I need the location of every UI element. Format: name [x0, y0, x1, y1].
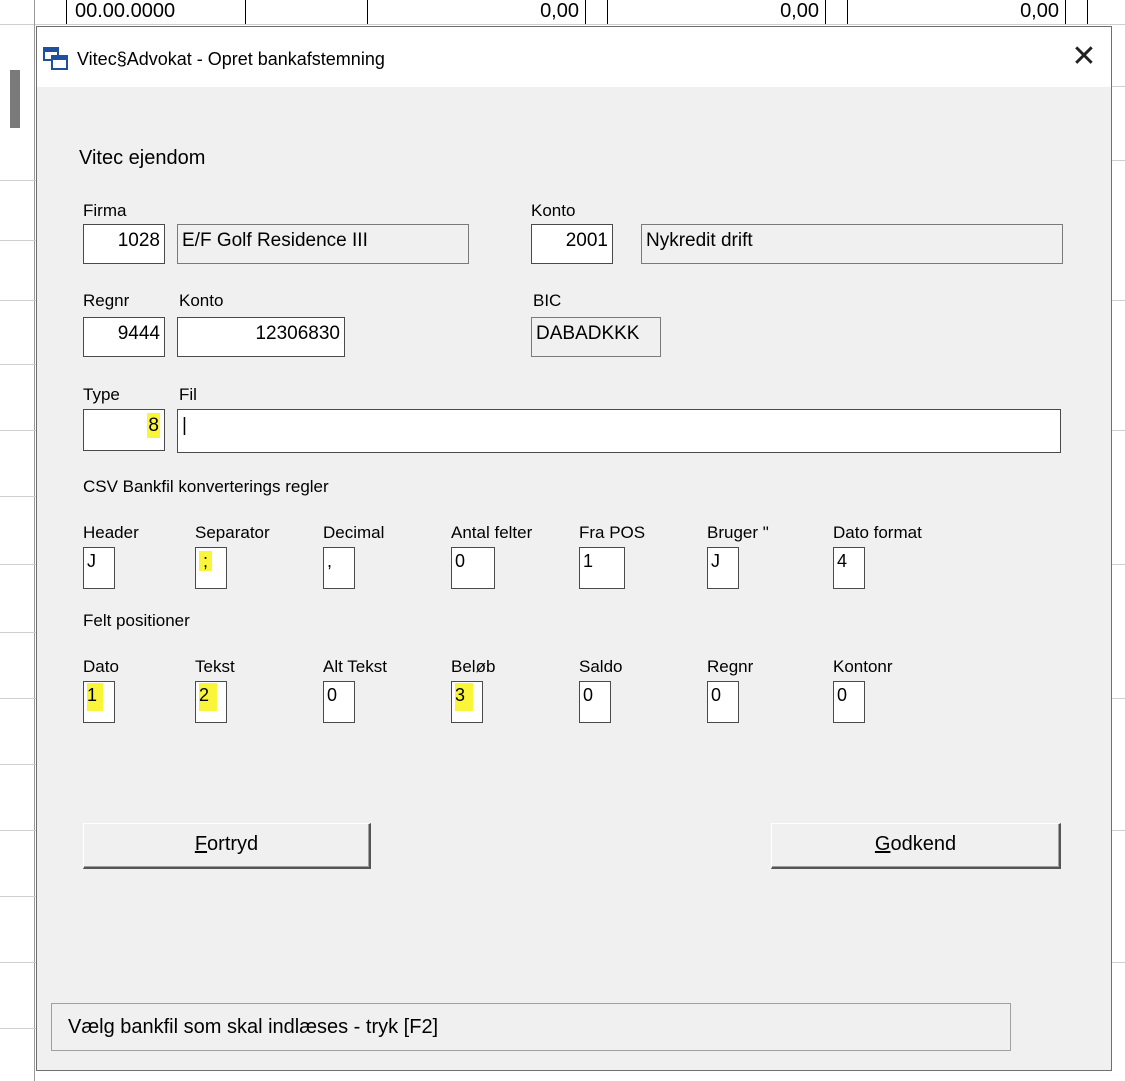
- close-icon[interactable]: ✕: [1067, 41, 1101, 75]
- regnr-label: Regnr: [83, 291, 130, 310]
- pos-alt-text-field[interactable]: 0: [323, 681, 355, 723]
- background-gridline: [0, 962, 36, 963]
- firma-number-field[interactable]: 1028: [83, 224, 165, 264]
- background-gridline: [0, 698, 36, 699]
- background-empty-cell: [246, 0, 368, 24]
- approve-button-label: odkend: [890, 833, 957, 855]
- pos-text-value: 2: [199, 683, 218, 711]
- pos-text-label: Tekst: [195, 657, 235, 676]
- background-date-cell: 00.00.0000: [66, 0, 246, 24]
- background-gridline: [0, 830, 36, 831]
- account-name-field: Nykredit drift: [641, 224, 1063, 264]
- account-label: Konto: [531, 201, 576, 220]
- background-gridline: [0, 632, 36, 633]
- pos-regnr-field[interactable]: 0: [707, 681, 739, 723]
- bic-field: DABADKKK: [531, 317, 661, 357]
- background-scroll-marker: [10, 70, 20, 128]
- bank-account-label: Konto: [179, 291, 224, 310]
- approve-button-mnemonic: G: [874, 833, 891, 855]
- background-gridline: [1110, 830, 1125, 831]
- background-gridline: [0, 300, 36, 301]
- background-gridline: [0, 764, 36, 765]
- csv-quote-field[interactable]: J: [707, 547, 739, 589]
- type-field[interactable]: 8: [83, 409, 165, 451]
- csv-header-field[interactable]: J: [83, 547, 115, 589]
- background-gridline: [0, 896, 36, 897]
- background-gridline: [1110, 300, 1125, 301]
- cancel-button[interactable]: Fortryd: [83, 823, 371, 869]
- csv-decimal-field[interactable]: ,: [323, 547, 355, 589]
- bank-account-field[interactable]: 12306830: [177, 317, 345, 357]
- background-empty-cell: [586, 0, 608, 24]
- background-gridline: [1110, 430, 1125, 431]
- file-input[interactable]: |: [177, 409, 1061, 453]
- csv-separator-label: Separator: [195, 523, 270, 542]
- csv-separator-value: ;: [199, 551, 213, 571]
- background-gridline: [1110, 962, 1125, 963]
- pos-account-field[interactable]: 0: [833, 681, 865, 723]
- csv-from-pos-field[interactable]: 1: [579, 547, 625, 589]
- background-gridline: [0, 180, 36, 181]
- background-gridline: [0, 364, 36, 365]
- cancel-button-mnemonic: F: [194, 833, 208, 855]
- csv-header-label: Header: [83, 523, 139, 542]
- pos-alt-text-label: Alt Tekst: [323, 657, 387, 676]
- bank-reconciliation-dialog: Vitec§Advokat - Opret bankafstemning ✕ V…: [36, 26, 1112, 1071]
- background-gridline: [1110, 698, 1125, 699]
- firma-name-field: E/F Golf Residence III: [177, 224, 469, 264]
- pos-account-label: Kontonr: [833, 657, 893, 676]
- title-bar[interactable]: Vitec§Advokat - Opret bankafstemning ✕: [37, 27, 1111, 87]
- pos-date-label: Dato: [83, 657, 119, 676]
- csv-decimal-label: Decimal: [323, 523, 385, 542]
- type-value: 8: [147, 413, 160, 438]
- background-gridline: [0, 1028, 36, 1029]
- background-gridline: [0, 430, 36, 431]
- pos-text-field[interactable]: 2: [195, 681, 227, 723]
- csv-rules-title: CSV Bankfil konverterings regler: [83, 477, 329, 496]
- background-gridline: [1110, 564, 1125, 565]
- csv-field-count-field[interactable]: 0: [451, 547, 495, 589]
- section-title: Vitec ejendom: [79, 147, 206, 169]
- pos-date-value: 1: [87, 683, 104, 711]
- window-title: Vitec§Advokat - Opret bankafstemning: [77, 49, 385, 69]
- background-amount-cell: 0,00: [848, 0, 1066, 24]
- firma-label: Firma: [83, 201, 127, 220]
- approve-button[interactable]: Godkend: [771, 823, 1061, 869]
- background-gridline: [1110, 86, 1125, 87]
- pos-balance-field[interactable]: 0: [579, 681, 611, 723]
- pos-amount-value: 3: [455, 683, 474, 711]
- field-positions-title: Felt positioner: [83, 611, 190, 630]
- pos-balance-label: Saldo: [579, 657, 623, 676]
- status-bar: Vælg bankfil som skal indlæses - tryk [F…: [51, 1003, 1011, 1051]
- csv-field-count-label: Antal felter: [451, 523, 533, 542]
- background-gridline: [0, 496, 36, 497]
- background-empty-cell: [826, 0, 848, 24]
- csv-separator-field[interactable]: ;: [195, 547, 227, 589]
- pos-amount-label: Beløb: [451, 657, 496, 676]
- csv-date-format-field[interactable]: 4: [833, 547, 865, 589]
- pos-regnr-label: Regnr: [707, 657, 754, 676]
- regnr-field[interactable]: 9444: [83, 317, 165, 357]
- background-empty-cell: [1066, 0, 1088, 24]
- bic-label: BIC: [533, 291, 562, 310]
- app-icon: [43, 47, 68, 70]
- background-amount-cell: 0,00: [368, 0, 586, 24]
- background-gridline: [0, 564, 36, 565]
- background-column-line: [34, 0, 35, 1081]
- pos-date-field[interactable]: 1: [83, 681, 115, 723]
- pos-amount-field[interactable]: 3: [451, 681, 483, 723]
- csv-from-pos-label: Fra POS: [579, 523, 646, 542]
- account-number-field[interactable]: 2001: [531, 224, 613, 264]
- csv-date-format-label: Dato format: [833, 523, 922, 542]
- file-label: Fil: [179, 385, 197, 404]
- type-label: Type: [83, 385, 120, 404]
- csv-quote-label: Bruger ": [707, 523, 769, 542]
- background-spreadsheet-row: 00.00.0000 0,00 0,00 0,00: [0, 0, 1125, 25]
- background-amount-cell: 0,00: [608, 0, 826, 24]
- background-gridline: [1110, 160, 1125, 161]
- cancel-button-label: ortryd: [207, 833, 259, 855]
- background-gridline: [0, 240, 36, 241]
